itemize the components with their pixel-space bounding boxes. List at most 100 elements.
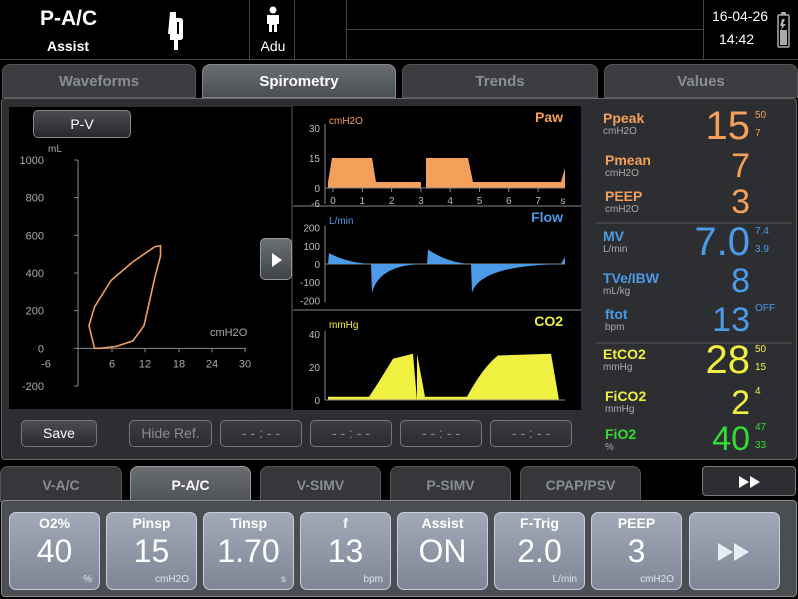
waveform-chart: cmH2O Paw30150-6 0 1 2 3 4 5 6 7 sL/min Flow2001000… xyxy=(293,109,581,407)
param-unit: L/min xyxy=(603,244,628,255)
setting-unit: cmH2O xyxy=(155,574,189,585)
flow-tick-label: 0 xyxy=(314,260,320,271)
setting-unit: L/min xyxy=(552,574,577,585)
setting-value: 40 xyxy=(36,533,73,569)
alarm-message-area-1[interactable] xyxy=(346,0,704,30)
param-unit: cmH2O xyxy=(605,168,639,179)
time-tick-label: 0 xyxy=(330,196,336,207)
param-value-peep[interactable]: 3 xyxy=(680,183,750,222)
alarm-high-limit: 7.4 xyxy=(755,226,769,237)
setting-o2--button[interactable]: O2% 40% xyxy=(9,512,100,590)
ref-slot-1-button[interactable]: - - : - - xyxy=(220,420,302,447)
ventilator-icon xyxy=(168,12,183,50)
setting-f-button[interactable]: f 13 bpm xyxy=(300,512,391,590)
paw-tick-label: 15 xyxy=(309,154,321,165)
pv-loop-chart: 1000 800 600 400 200 0 -200 -6 6 12 18 24 30 mL cmH2O xyxy=(20,144,252,393)
ref-slot-2-button[interactable]: - - : - - xyxy=(310,420,392,447)
mode-tab-p-simv[interactable]: P-SIMV xyxy=(390,466,511,502)
setting-f-trig-button[interactable]: F-Trig 2.0 L/min xyxy=(494,512,585,590)
ref-slot-3-button[interactable]: - - : - - xyxy=(400,420,482,447)
fast-forward-icon xyxy=(739,476,760,488)
expand-waveform-button[interactable] xyxy=(260,238,292,280)
save-button[interactable]: Save xyxy=(21,420,97,447)
y-tick-label: 400 xyxy=(26,268,44,280)
param-name-mv: MV xyxy=(603,228,624,244)
loop-type-selector[interactable]: P-V xyxy=(33,110,131,138)
y-tick-label: 200 xyxy=(26,306,44,318)
y-tick-label: 0 xyxy=(38,343,44,355)
flow-tick-label: -100 xyxy=(300,278,320,289)
x-tick-label: 12 xyxy=(139,358,151,370)
time-tick-label: 2 xyxy=(389,196,395,207)
setting-value: ON xyxy=(418,533,467,569)
param-unit: cmH2O xyxy=(603,126,637,137)
alarm-high-limit: 50 xyxy=(755,110,767,121)
param-unit: mmHg xyxy=(603,362,633,373)
mode-tab-v-ac[interactable]: V-A/C xyxy=(0,466,122,502)
adult-patient-icon xyxy=(267,6,279,32)
param-value-tve-ibw[interactable]: 8 xyxy=(680,262,750,301)
setting-assist-button[interactable]: Assist ON xyxy=(397,512,488,590)
more-settings-button[interactable] xyxy=(689,512,780,590)
tab-values[interactable]: Values xyxy=(604,64,798,98)
setting-value: 1.70 xyxy=(217,533,280,569)
param-name-fio2: FiO2 xyxy=(605,426,637,442)
view-tabs: Waveforms Spirometry Trends Values xyxy=(0,62,798,98)
param-unit: mmHg xyxy=(605,404,635,415)
more-modes-button[interactable] xyxy=(702,466,796,496)
patient-type-box[interactable]: Adu xyxy=(251,0,295,60)
param-value-fico2[interactable]: 2 xyxy=(680,384,750,423)
param-value-ftot[interactable]: 13 xyxy=(680,301,750,340)
co2-wave-1 xyxy=(328,353,417,400)
param-value-ppeak[interactable]: 15 xyxy=(680,104,751,149)
mode-subtitle: Assist xyxy=(47,38,90,54)
x-unit-label: cmH2O xyxy=(210,327,248,339)
co2-tick-label: 40 xyxy=(309,330,321,341)
alarm-high-limit: OFF xyxy=(755,303,775,314)
ref-slot-4-button[interactable]: - - : - - xyxy=(490,420,572,447)
param-unit: % xyxy=(605,442,614,453)
flow-name-label: Flow xyxy=(531,209,563,225)
tab-waveforms[interactable]: Waveforms xyxy=(2,64,196,98)
paw-name-label: Paw xyxy=(535,109,563,125)
mode-tab-p-ac[interactable]: P-A/C xyxy=(130,466,251,502)
setting-value: 3 xyxy=(627,533,646,569)
param-value-etco2[interactable]: 28 xyxy=(680,338,751,383)
alarm-low-limit: 7 xyxy=(755,128,761,139)
param-value-mv[interactable]: 7.0 xyxy=(680,220,750,265)
mode-tab-v-simv[interactable]: V-SIMV xyxy=(260,466,381,502)
setting-unit: cmH2O xyxy=(640,574,674,585)
co2-unit-label: mmHg xyxy=(329,320,358,331)
setting-pinsp-button[interactable]: Pinsp 15 cmH2O xyxy=(106,512,197,590)
alarm-high-limit: 4 xyxy=(755,386,761,397)
tab-trends[interactable]: Trends xyxy=(402,64,598,98)
paw-wave-2 xyxy=(426,158,565,188)
paw-tick-label: 0 xyxy=(314,184,320,195)
alarm-high-limit: 47 xyxy=(755,422,767,433)
y-tick-label: 600 xyxy=(26,230,44,242)
x-tick-label: -6 xyxy=(41,358,51,370)
param-value-pmean[interactable]: 7 xyxy=(680,147,750,186)
flow-wave-2 xyxy=(427,249,565,294)
setting-tinsp-button[interactable]: Tinsp 1.70 s xyxy=(203,512,294,590)
mode-tab-cpap-psv[interactable]: CPAP/PSV xyxy=(520,466,641,502)
paw-unit-label: cmH2O xyxy=(329,116,363,127)
date-display: 16-04-26 xyxy=(712,8,769,24)
param-value-fio2[interactable]: 40 xyxy=(680,420,750,459)
x-tick-label: 24 xyxy=(206,358,218,370)
setting-peep-button[interactable]: PEEP 3 cmH2O xyxy=(591,512,682,590)
pv-loop-curve xyxy=(88,244,162,350)
alarm-message-area-2[interactable] xyxy=(346,30,704,60)
co2-name-label: CO2 xyxy=(534,313,563,329)
hide-ref-button[interactable]: Hide Ref. xyxy=(129,420,212,447)
ventilation-mode-box[interactable]: P-A/C Assist xyxy=(0,0,250,60)
setting-unit: bpm xyxy=(363,574,383,585)
flow-tick-label: -200 xyxy=(300,296,320,307)
param-unit: mL/kg xyxy=(603,286,631,297)
y-tick-label: -200 xyxy=(22,381,44,393)
param-name-pmean: Pmean xyxy=(605,152,651,168)
x-tick-label: 6 xyxy=(109,358,115,370)
mode-tabs: V-A/C P-A/C V-SIMV P-SIMV CPAP/PSV xyxy=(0,462,798,502)
tab-spirometry[interactable]: Spirometry xyxy=(202,64,396,98)
fast-forward-icon xyxy=(718,543,749,561)
